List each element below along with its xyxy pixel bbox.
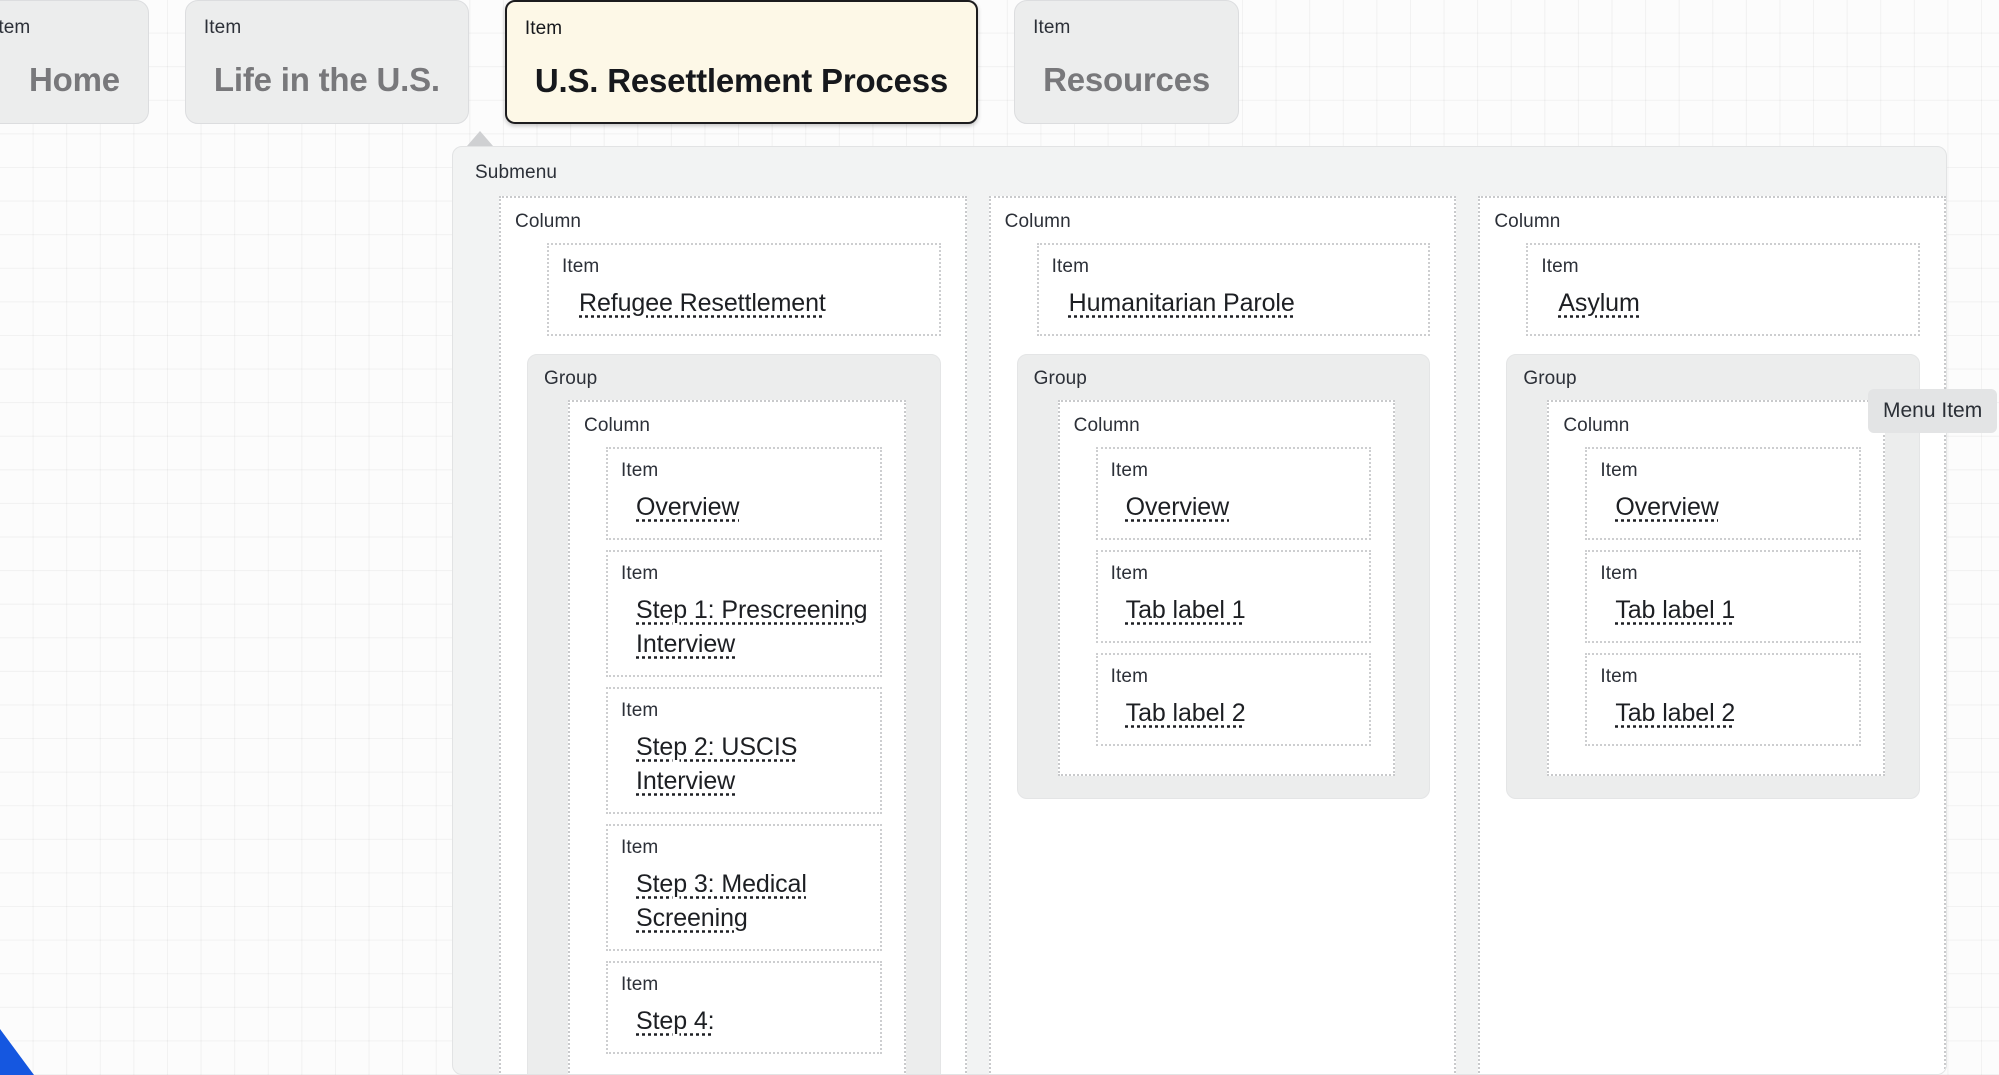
top-navigation: Item Home Item Life in the U.S. Item U.S… (0, 0, 1275, 128)
cursor-pointer-icon (0, 1029, 34, 1075)
menu-link[interactable]: Overview (1615, 490, 1849, 524)
menu-link[interactable]: Tab label 2 (1615, 696, 1849, 730)
item-asylum[interactable]: Item Asylum (1526, 243, 1921, 336)
item-label: Item (1600, 563, 1638, 584)
item-step-3[interactable]: Item Step 3: Medical Screening (606, 824, 882, 951)
nav-item-type-label: Item (203, 17, 242, 38)
nav-item-home[interactable]: Item Home (0, 0, 149, 124)
nav-item-life-in-the-us[interactable]: Item Life in the U.S. (184, 0, 469, 124)
menu-link[interactable]: Step 3: Medical Screening (636, 867, 870, 935)
menu-item-tooltip: Menu Item (1868, 389, 1998, 433)
item-label: Item (1541, 256, 1579, 277)
item-label: Item (1051, 256, 1090, 277)
group-humanitarian-parole: Group Column Item Overview Item Tab labe… (1016, 354, 1431, 799)
nav-item-type-label: Item (0, 17, 31, 38)
group-label: Group (1033, 368, 1087, 389)
menu-link[interactable]: Step 4: (636, 1004, 870, 1038)
nav-item-title: Resources (1043, 61, 1211, 98)
nav-item-resources[interactable]: Item Resources (1014, 0, 1240, 124)
menu-link[interactable]: Step 2: USCIS Interview (636, 730, 870, 798)
group-column-2: Column Item Overview Item Tab label 1 It… (1057, 400, 1396, 776)
item-step-4[interactable]: Item Step 4: (606, 961, 882, 1054)
item-label: Item (1110, 666, 1149, 687)
item-label: Item (1600, 460, 1638, 481)
nav-item-title: U.S. Resettlement Process (534, 62, 949, 99)
item-label: Item (621, 700, 659, 721)
item-tab-label-2[interactable]: Item Tab label 2 (1585, 653, 1862, 746)
group-column-3: Column Item Overview Item Tab label 1 It… (1547, 400, 1886, 776)
submenu-column-1: Column Item Refugee Resettlement Group C… (499, 196, 967, 1074)
item-tab-label-1[interactable]: Item Tab label 1 (1095, 550, 1372, 643)
menu-link[interactable]: Refugee Resettlement (579, 286, 927, 320)
item-label: Item (621, 563, 659, 584)
submenu-column-3: Column Item Asylum Group Column Item Ove… (1478, 196, 1946, 1074)
menu-link[interactable]: Overview (636, 490, 870, 524)
nav-item-title: Life in the U.S. (213, 61, 440, 98)
item-overview[interactable]: Item Overview (1095, 447, 1372, 540)
column-label: Column (584, 415, 651, 436)
menu-link[interactable]: Overview (1126, 490, 1360, 524)
group-refugee-resettlement: Group Column Item Overview Item Step 1: … (527, 354, 941, 1074)
nav-item-us-resettlement-process[interactable]: Item U.S. Resettlement Process (504, 0, 979, 124)
item-label: Item (621, 974, 659, 995)
menu-link[interactable]: Tab label 1 (1126, 593, 1360, 627)
item-label: Item (621, 460, 659, 481)
menu-link[interactable]: Humanitarian Parole (1069, 286, 1417, 320)
menu-link[interactable]: Step 1: Prescreening Interview (636, 593, 870, 661)
group-label: Group (1523, 368, 1577, 389)
group-label: Group (544, 368, 598, 389)
column-label: Column (515, 211, 582, 232)
group-column-1: Column Item Overview Item Step 1: Prescr… (568, 400, 906, 1074)
item-tab-label-1[interactable]: Item Tab label 1 (1585, 550, 1862, 643)
item-humanitarian-parole[interactable]: Item Humanitarian Parole (1036, 243, 1431, 336)
item-label: Item (1110, 460, 1149, 481)
item-label: Item (621, 837, 659, 858)
item-tab-label-2[interactable]: Item Tab label 2 (1095, 653, 1372, 746)
column-label: Column (1073, 415, 1140, 436)
item-step-2[interactable]: Item Step 2: USCIS Interview (606, 687, 882, 814)
nav-item-title: Home (29, 61, 120, 98)
menu-link[interactable]: Tab label 2 (1126, 696, 1360, 730)
submenu-panel: Submenu Column Item Refugee Resettlement… (452, 146, 1947, 1075)
nav-item-type-label: Item (1033, 17, 1071, 38)
nav-item-type-label: Item (524, 18, 563, 39)
submenu-pointer-triangle-icon (467, 131, 493, 146)
column-label: Column (1494, 211, 1561, 232)
item-step-1[interactable]: Item Step 1: Prescreening Interview (606, 550, 882, 677)
item-label: Item (562, 256, 600, 277)
group-asylum: Group Column Item Overview Item Tab labe… (1506, 354, 1921, 799)
item-overview[interactable]: Item Overview (606, 447, 882, 540)
item-overview[interactable]: Item Overview (1585, 447, 1862, 540)
item-label: Item (1600, 666, 1638, 687)
submenu-columns-container: Column Item Refugee Resettlement Group C… (453, 196, 1946, 1074)
menu-link[interactable]: Tab label 1 (1615, 593, 1849, 627)
column-label: Column (1563, 415, 1630, 436)
submenu-column-2: Column Item Humanitarian Parole Group Co… (988, 196, 1457, 1074)
item-refugee-resettlement[interactable]: Item Refugee Resettlement (547, 243, 941, 336)
menu-link[interactable]: Asylum (1558, 286, 1906, 320)
item-label: Item (1110, 563, 1149, 584)
submenu-label: Submenu (475, 162, 558, 183)
column-label: Column (1004, 211, 1071, 232)
